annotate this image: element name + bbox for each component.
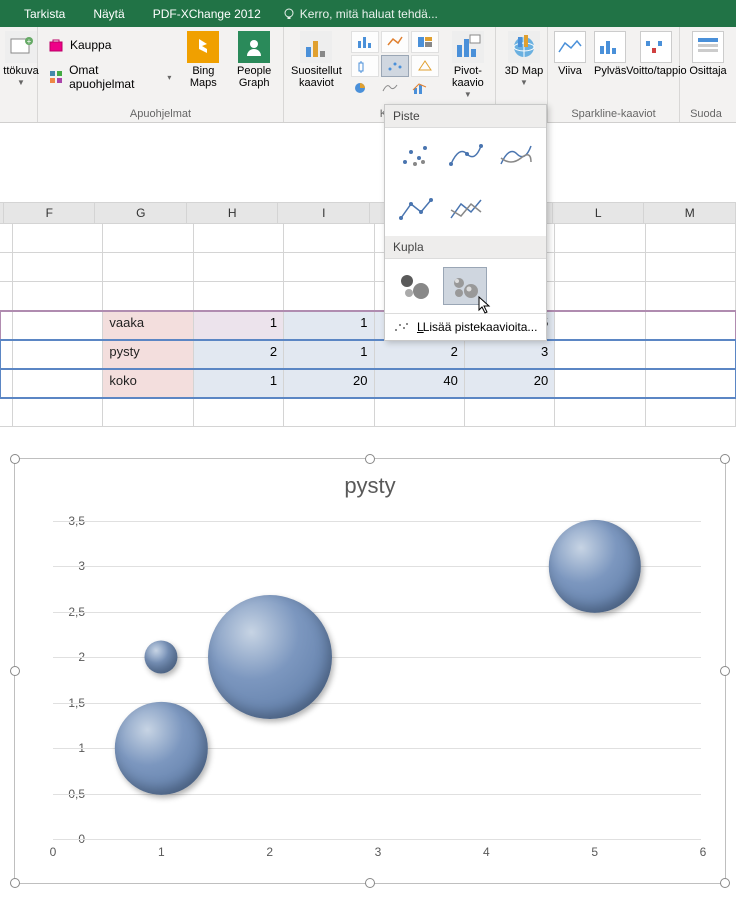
screenshot-button[interactable]: + ttökuva ▼	[6, 31, 36, 88]
chart-type-surface[interactable]	[381, 81, 409, 103]
spreadsheet-grid[interactable]: F G H I J K L M vaaka 1 1 5 pysty 2 1 2 …	[0, 123, 736, 427]
group-label-apuohjelmat: Apuohjelmat	[44, 106, 277, 120]
sparkline-line-button[interactable]: Viiva	[554, 31, 586, 77]
pivot-chart-icon	[452, 31, 484, 63]
globe-icon	[508, 31, 540, 63]
recommended-charts-icon	[300, 31, 332, 63]
chart-type-radar[interactable]	[411, 55, 439, 77]
tab-nayta[interactable]: Näytä	[79, 7, 138, 21]
row-label[interactable]: pysty	[103, 340, 193, 368]
bing-maps-button[interactable]: Bing Maps	[183, 31, 223, 89]
col-header-l[interactable]: L	[553, 203, 645, 223]
chart-type-stat[interactable]	[351, 55, 379, 77]
title-bar: Tarkista Näytä PDF-XChange 2012 Kerro, m…	[0, 0, 736, 27]
chevron-down-icon: ▼	[464, 91, 472, 100]
scatter-chart-dropdown: Piste Kupla LLisää pistekaavioita...	[384, 104, 547, 341]
store-button[interactable]: Kauppa	[44, 35, 175, 55]
y-axis: 00,511,522,533,5	[53, 521, 91, 843]
table-row[interactable]: vaaka 1 1 5	[0, 311, 736, 340]
slicer-button[interactable]: Osittaja	[686, 31, 730, 77]
people-graph-icon	[238, 31, 270, 63]
screenshot-icon: +	[5, 31, 37, 63]
chevron-down-icon: ▼	[520, 79, 528, 88]
column-headers: F G H I J K L M	[0, 203, 736, 224]
col-header-i[interactable]: I	[278, 203, 370, 223]
row-label[interactable]: vaaka	[103, 311, 193, 339]
tab-pdfxchange[interactable]: PDF-XChange 2012	[139, 7, 275, 21]
recommended-charts-button[interactable]: Suositellut kaaviot	[290, 31, 343, 89]
sparkline-line-icon	[554, 31, 586, 63]
pivot-chart-button[interactable]: Pivot-kaavio ▼	[447, 31, 489, 100]
tell-me-text: Kerro, mitä haluat tehdä...	[300, 7, 438, 21]
scatter-smooth-option[interactable]	[493, 136, 537, 174]
sparkline-column-icon	[594, 31, 626, 63]
scatter-small-icon	[393, 321, 409, 333]
bubble-chart[interactable]: pysty 00,511,522,533,5 0123456	[14, 458, 726, 884]
store-icon	[48, 37, 64, 53]
chevron-down-icon: ▼	[17, 79, 25, 88]
chart-type-column[interactable]	[351, 31, 379, 53]
chart-plot-area[interactable]: 00,511,522,533,5 0123456	[53, 521, 701, 843]
lightbulb-icon	[283, 8, 295, 20]
bubble-point[interactable]	[548, 520, 640, 612]
col-header-h[interactable]: H	[187, 203, 279, 223]
more-charts-label: Lisää pistekaavioita...	[423, 320, 538, 334]
bubble-point[interactable]	[145, 641, 178, 674]
scatter-lines-markers-option[interactable]	[393, 190, 437, 228]
sparkline-column-button[interactable]: Pylväs	[594, 31, 626, 77]
3d-map-button[interactable]: 3D Map ▼	[502, 31, 546, 88]
chart-type-scatter[interactable]	[381, 55, 409, 77]
bubble-point[interactable]	[208, 595, 332, 719]
scatter-markers-option[interactable]	[393, 136, 437, 174]
row-label[interactable]: koko	[103, 369, 193, 397]
tab-tarkista[interactable]: Tarkista	[10, 7, 79, 21]
dropdown-section-scatter: Piste	[385, 105, 546, 128]
col-header-g[interactable]: G	[95, 203, 187, 223]
addins-icon	[48, 69, 63, 85]
col-header-m[interactable]: M	[644, 203, 736, 223]
bubble-point[interactable]	[115, 702, 207, 794]
bubble-flat-option[interactable]	[393, 267, 437, 305]
chart-type-pie[interactable]	[351, 81, 379, 103]
chart-type-combo[interactable]	[411, 81, 439, 103]
ribbon: + ttökuva ▼ Kauppa Omat apuohjelmat ▾	[0, 27, 736, 123]
tell-me-search[interactable]: Kerro, mitä haluat tehdä...	[283, 7, 438, 21]
x-axis: 0123456	[53, 845, 701, 865]
table-row[interactable]: koko 1 20 40 20	[0, 369, 736, 398]
slicer-icon	[692, 31, 724, 63]
group-label-sparkline: Sparkline-kaaviot	[554, 106, 673, 120]
more-scatter-charts-option[interactable]: LLisää pistekaavioita...	[385, 313, 546, 340]
dropdown-section-bubble: Kupla	[385, 236, 546, 259]
chart-type-line[interactable]	[381, 31, 409, 53]
svg-text:+: +	[27, 37, 32, 46]
chart-type-hier[interactable]	[411, 31, 439, 53]
bubble-3d-option[interactable]	[443, 267, 487, 305]
sparkline-winloss-button[interactable]: Voitto/tappio	[634, 31, 678, 77]
col-header-f[interactable]: F	[4, 203, 96, 223]
people-graph-button[interactable]: People Graph	[231, 31, 277, 89]
chevron-down-icon: ▾	[167, 73, 171, 82]
chart-title[interactable]: pysty	[15, 473, 725, 499]
bing-icon	[187, 31, 219, 63]
my-addins-button[interactable]: Omat apuohjelmat ▾	[44, 61, 175, 93]
sparkline-winloss-icon	[640, 31, 672, 63]
scatter-lines-option[interactable]	[443, 190, 487, 228]
group-label-suoda: Suoda	[686, 106, 726, 120]
scatter-smooth-lines-option[interactable]	[443, 136, 487, 174]
table-row[interactable]: pysty 2 1 2 3	[0, 340, 736, 369]
